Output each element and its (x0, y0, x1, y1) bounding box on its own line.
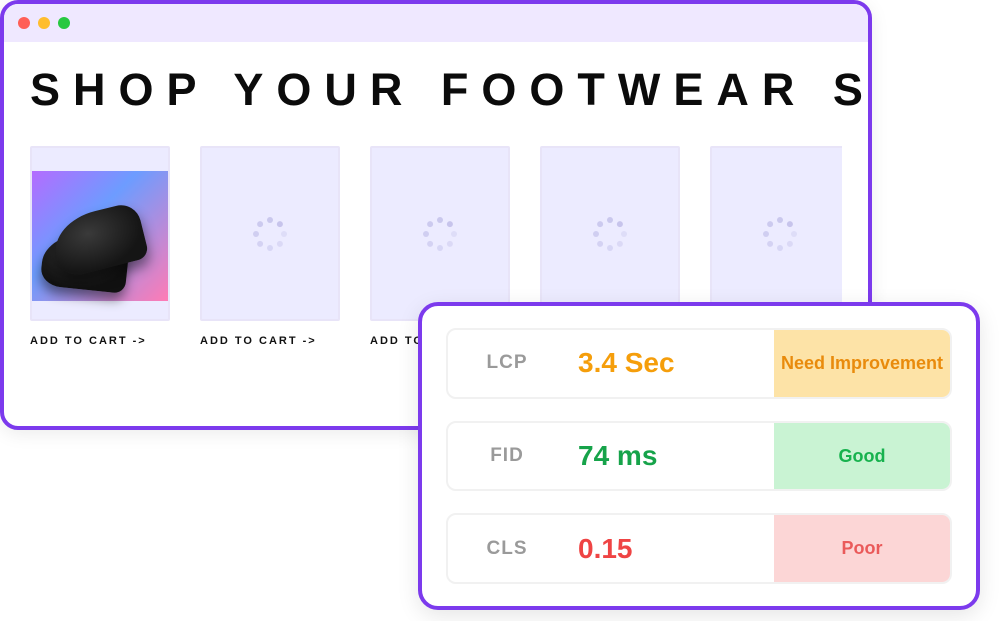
shoe-photo (32, 171, 168, 301)
metric-row-cls: CLS 0.15 Poor (446, 513, 952, 584)
metric-status: Poor (774, 515, 950, 582)
metric-label: CLS (448, 515, 566, 582)
product-image-loading (200, 146, 340, 321)
product-card: ADD TO CART -> (30, 146, 170, 347)
product-card: ADD TO CART -> (200, 146, 340, 347)
loading-spinner-icon (253, 217, 287, 251)
window-titlebar (4, 4, 868, 42)
web-vitals-panel: LCP 3.4 Sec Need Improvement FID 74 ms G… (418, 302, 980, 610)
add-to-cart-button[interactable]: ADD TO CART -> (200, 335, 340, 347)
metric-value: 74 ms (566, 423, 774, 490)
product-image-loading (370, 146, 510, 321)
metric-value: 0.15 (566, 515, 774, 582)
metric-label: FID (448, 423, 566, 490)
window-maximize-icon[interactable] (58, 17, 70, 29)
metric-status: Need Improvement (774, 330, 950, 397)
metric-status: Good (774, 423, 950, 490)
product-image-loading (710, 146, 842, 321)
window-close-icon[interactable] (18, 17, 30, 29)
metric-label: LCP (448, 330, 566, 397)
loading-spinner-icon (423, 217, 457, 251)
metric-row-lcp: LCP 3.4 Sec Need Improvement (446, 328, 952, 399)
site-heading: SHOP YOUR FOOTWEAR STYLE (30, 64, 842, 116)
metric-row-fid: FID 74 ms Good (446, 421, 952, 492)
product-image-loading (540, 146, 680, 321)
loading-spinner-icon (763, 217, 797, 251)
product-image[interactable] (30, 146, 170, 321)
loading-spinner-icon (593, 217, 627, 251)
window-minimize-icon[interactable] (38, 17, 50, 29)
metric-value: 3.4 Sec (566, 330, 774, 397)
add-to-cart-button[interactable]: ADD TO CART -> (30, 335, 170, 347)
